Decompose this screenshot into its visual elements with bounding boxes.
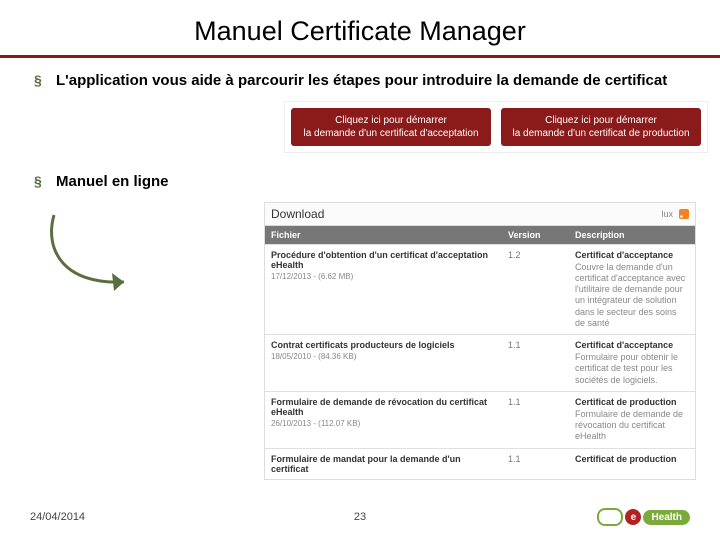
file-version: 1.1	[502, 449, 569, 479]
table-row: Formulaire de mandat pour la demande d'u…	[265, 448, 695, 479]
slide-title: Manuel Certificate Manager	[0, 0, 720, 55]
desc-body: Couvre la demande d'un certificat d'acce…	[575, 262, 689, 330]
file-title[interactable]: Formulaire de demande de révocation du c…	[271, 397, 496, 417]
bullet-symbol: §	[34, 173, 56, 192]
bullet-2-text: Manuel en ligne	[56, 173, 169, 192]
table-header: Fichier Version Description	[265, 226, 695, 244]
file-title[interactable]: Formulaire de mandat pour la demande d'u…	[271, 454, 496, 474]
logo-oval-icon	[597, 508, 623, 526]
bullet-1-text: L'application vous aide à parcourir les …	[56, 72, 667, 91]
cta-right-line1: Cliquez ici pour démarrer	[545, 115, 657, 126]
table-row: Contrat certificats producteurs de logic…	[265, 334, 695, 391]
file-meta: 26/10/2013 - (112.07 KB)	[271, 419, 496, 428]
header-file: Fichier	[265, 226, 502, 244]
file-meta: 18/05/2010 - (84.36 KB)	[271, 352, 496, 361]
page-number: 23	[354, 511, 366, 523]
desc-title: Certificat d'acceptance	[575, 340, 689, 350]
download-tab[interactable]: Download	[271, 207, 324, 221]
logo-e-icon: e	[625, 509, 641, 525]
cta-button-acceptation[interactable]: Cliquez ici pour démarrer la demande d'u…	[291, 108, 491, 146]
arrow-annotation	[34, 210, 144, 290]
cta-left-line2: la demande d'un certificat d'acceptation	[303, 128, 478, 139]
title-underline	[0, 55, 720, 58]
slide-footer: 24/04/2014 23 e Health	[0, 508, 720, 526]
desc-title: Certificat d'acceptance	[575, 250, 689, 260]
ehealth-logo: e Health	[597, 508, 690, 526]
footer-date: 24/04/2014	[30, 511, 85, 523]
rss-icon[interactable]	[679, 209, 689, 219]
cta-right-line2: la demande d'un certificat de production	[512, 128, 689, 139]
download-tab-bar: Download lux	[265, 203, 695, 226]
bullet-symbol: §	[34, 72, 56, 91]
file-title[interactable]: Contrat certificats producteurs de logic…	[271, 340, 496, 350]
cta-screenshot: Cliquez ici pour démarrer la demande d'u…	[284, 101, 708, 153]
table-row: Procédure d'obtention d'un certificat d'…	[265, 244, 695, 335]
cta-left-line1: Cliquez ici pour démarrer	[335, 115, 447, 126]
header-desc: Description	[569, 226, 695, 244]
language-label: lux	[661, 209, 673, 219]
cta-button-production[interactable]: Cliquez ici pour démarrer la demande d'u…	[501, 108, 701, 146]
file-title[interactable]: Procédure d'obtention d'un certificat d'…	[271, 250, 496, 270]
file-version: 1.1	[502, 392, 569, 448]
logo-health-text: Health	[643, 510, 690, 525]
table-row: Formulaire de demande de révocation du c…	[265, 391, 695, 448]
download-table: Download lux Fichier Version Description…	[264, 202, 696, 480]
desc-body: Formulaire de demande de révocation du c…	[575, 409, 689, 443]
file-version: 1.2	[502, 245, 569, 335]
file-version: 1.1	[502, 335, 569, 391]
desc-title: Certificat de production	[575, 397, 689, 407]
desc-title: Certificat de production	[575, 454, 689, 464]
bullet-2: § Manuel en ligne	[34, 173, 696, 192]
bullet-1: § L'application vous aide à parcourir le…	[34, 72, 696, 91]
desc-body: Formulaire pour obtenir le certificat de…	[575, 352, 689, 386]
file-meta: 17/12/2013 - (6.62 MB)	[271, 272, 496, 281]
header-version: Version	[502, 226, 569, 244]
